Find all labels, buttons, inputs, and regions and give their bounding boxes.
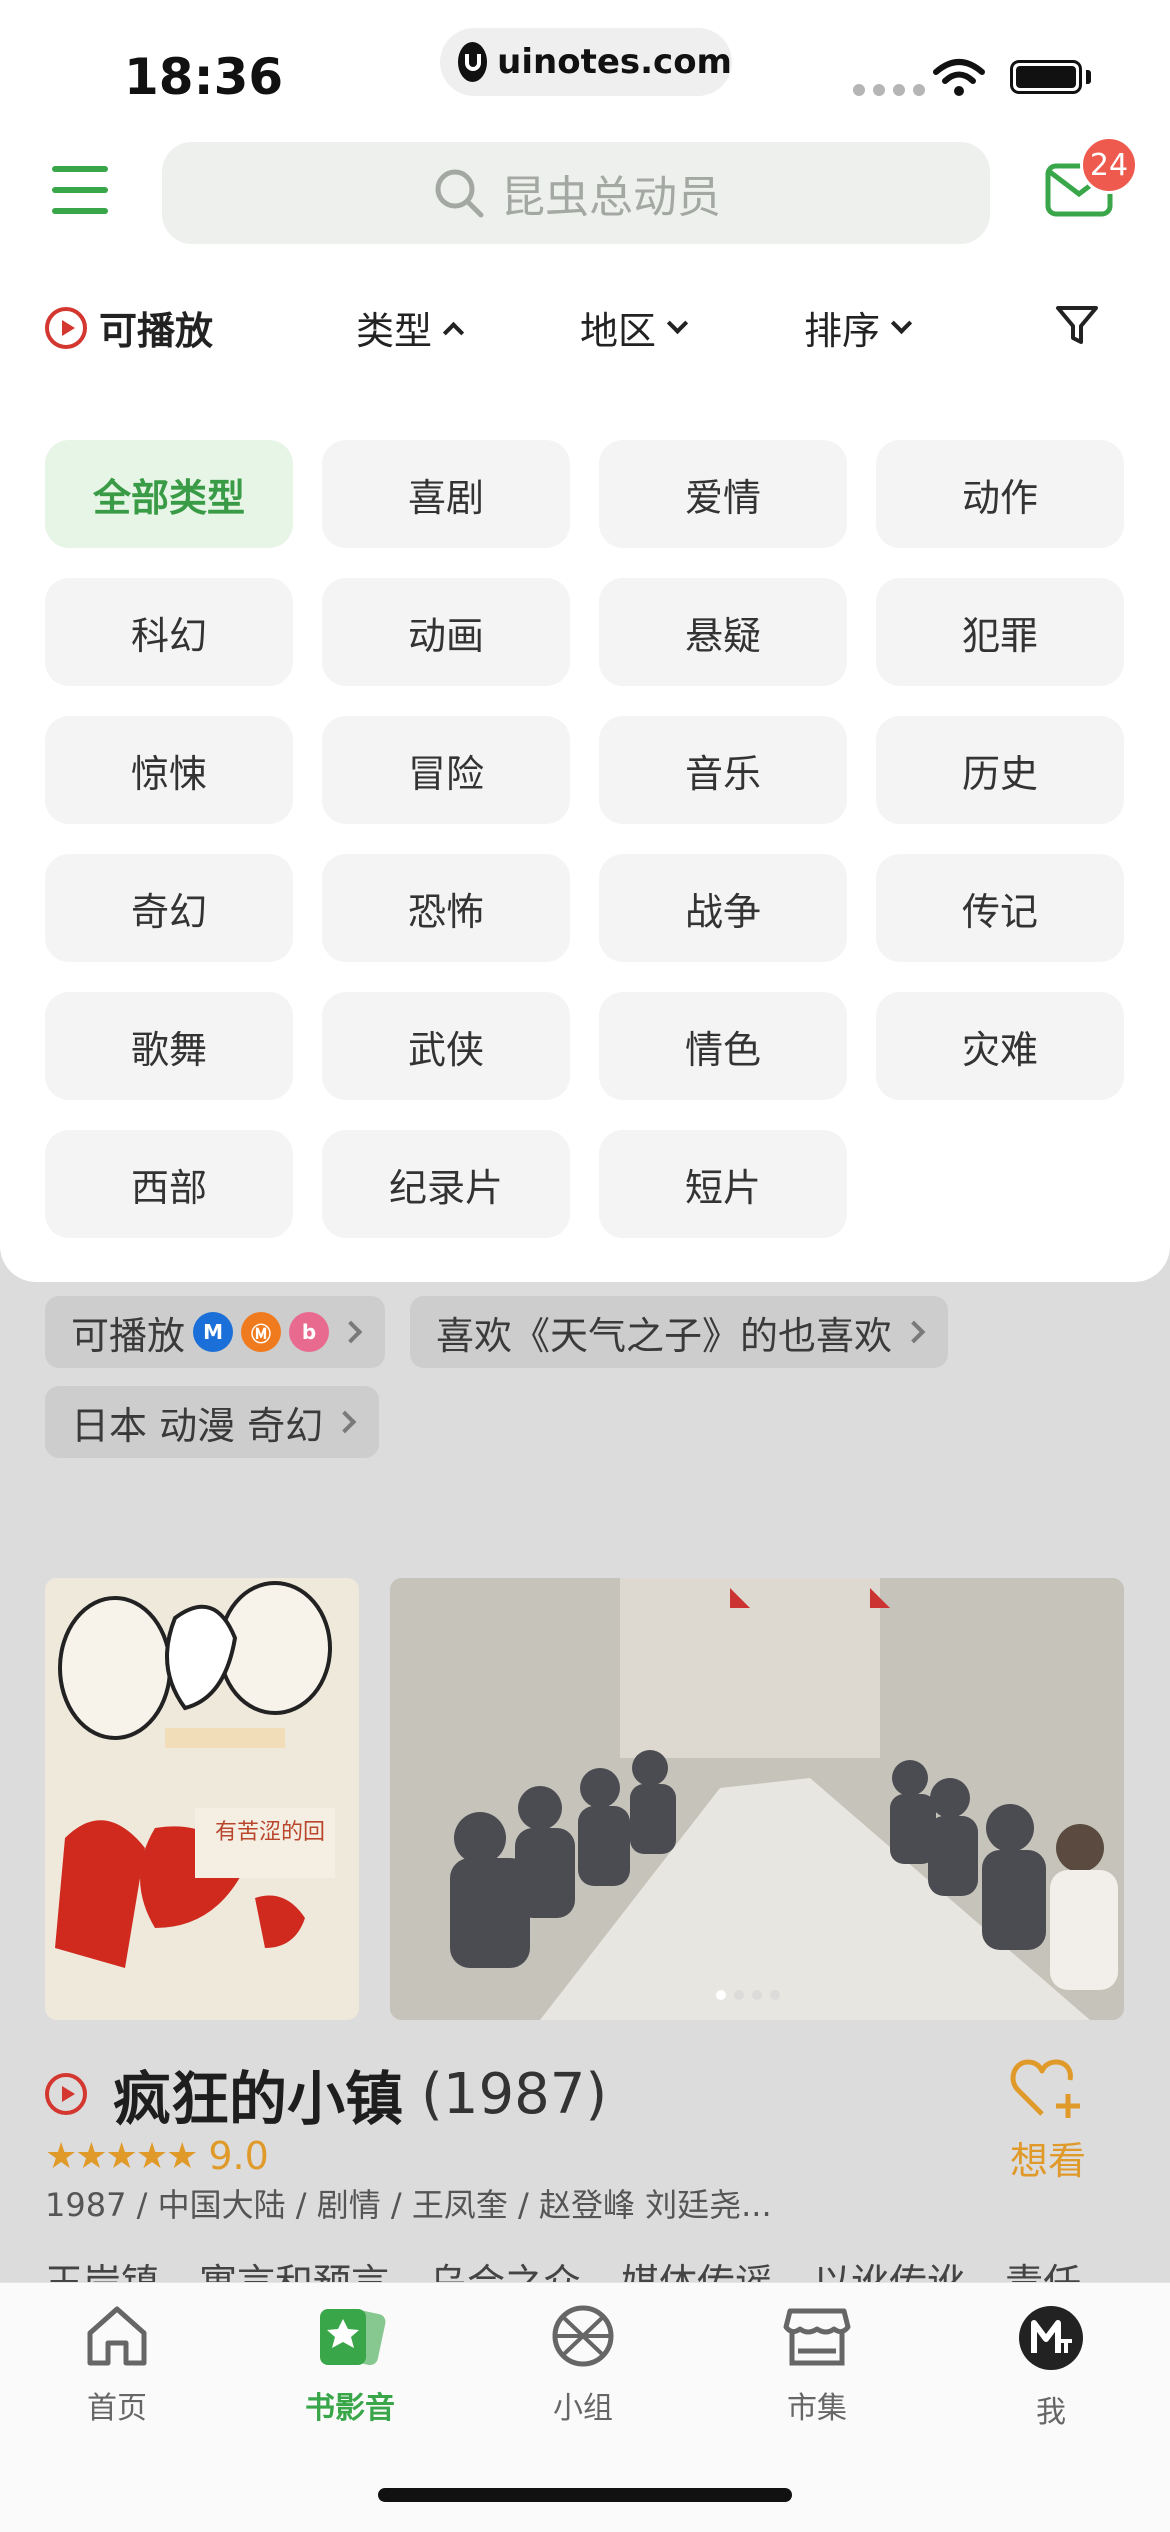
poster-caption: 有苦涩的回 <box>215 1820 326 1845</box>
tab-groups-label: 小组 <box>553 2391 613 2426</box>
chevron-up-icon <box>442 321 465 344</box>
genre-chip[interactable]: 西部 <box>45 1130 293 1238</box>
playable-tag-label: 可播放 <box>71 1313 186 1358</box>
notification-badge: 24 <box>1080 136 1138 194</box>
carousel-dot <box>752 1990 762 2000</box>
genre-chip[interactable]: 历史 <box>876 716 1124 824</box>
battery-icon <box>1010 60 1082 94</box>
url-pill[interactable]: uinotes.com <box>440 28 732 96</box>
genre-chip[interactable]: 科幻 <box>45 578 293 686</box>
genre-chip[interactable]: 悬疑 <box>599 578 847 686</box>
genre-chip[interactable]: 武侠 <box>322 992 570 1100</box>
genre-chip[interactable]: 音乐 <box>599 716 847 824</box>
market-icon <box>783 2308 851 2366</box>
sort-filter-label: 排序 <box>804 309 881 353</box>
genre-chip[interactable]: 爱情 <box>599 440 847 548</box>
genre-chip[interactable]: 恐怖 <box>322 854 570 962</box>
bilibili-icon: b <box>289 1312 330 1352</box>
battery-cap <box>1086 70 1091 84</box>
genre-chip[interactable]: 全部类型 <box>45 440 293 548</box>
play-icon <box>45 306 87 349</box>
recommend-tag-label: 喜欢《天气之子》的也喜欢 <box>436 1313 893 1358</box>
carousel-indicator <box>716 1990 780 2000</box>
japan-anime-tag-label: 日本 动漫 奇幻 <box>71 1403 324 1448</box>
want-to-watch-label: 想看 <box>1010 2139 1087 2183</box>
chevron-down-icon <box>666 312 689 335</box>
genre-chip[interactable]: 犯罪 <box>876 578 1124 686</box>
genre-chip[interactable]: 纪录片 <box>322 1130 570 1238</box>
tab-profile[interactable]: 我 <box>971 2303 1131 2431</box>
movie-poster[interactable]: 有苦涩的回 <box>45 1578 359 2020</box>
group-icon <box>552 2305 614 2367</box>
tab-books-movies[interactable]: 书影音 <box>270 2303 430 2427</box>
signal-icon <box>853 84 925 96</box>
genre-chip[interactable]: 情色 <box>599 992 847 1100</box>
movie-still[interactable] <box>390 1578 1124 2020</box>
home-indicator <box>378 2488 792 2502</box>
genre-chip[interactable]: 战争 <box>599 854 847 962</box>
profile-icon <box>1019 2306 1083 2370</box>
genre-chip[interactable]: 动作 <box>876 440 1124 548</box>
uinotes-logo-icon <box>458 42 488 82</box>
genre-chip[interactable]: 惊悚 <box>45 716 293 824</box>
playable-filter-label: 可播放 <box>99 309 214 353</box>
tab-groups[interactable]: 小组 <box>503 2303 663 2427</box>
want-to-watch-button[interactable]: 想看 <box>1010 2058 1086 2185</box>
movie-meta: 1987 / 中国大陆 / 剧情 / 王凤奎 / 赵登峰 刘廷尧... <box>45 2186 772 2224</box>
chevron-right-icon <box>333 1410 357 1434</box>
search-bar[interactable]: 昆虫总动员 <box>162 142 990 244</box>
funnel-filter-icon[interactable] <box>1054 304 1100 348</box>
sort-filter[interactable]: 排序 <box>804 300 913 355</box>
genre-chip[interactable]: 灾难 <box>876 992 1124 1100</box>
carousel-dot <box>770 1990 780 2000</box>
home-icon <box>87 2306 147 2366</box>
playable-filter[interactable]: 可播放 <box>45 300 213 355</box>
chevron-right-icon <box>339 1320 363 1344</box>
carousel-dot <box>716 1990 726 2000</box>
tab-home-label: 首页 <box>87 2391 147 2426</box>
movie-year: (1987) <box>421 2061 608 2127</box>
wifi-icon <box>933 59 985 96</box>
movie-title-row[interactable]: 疯狂的小镇 (1987) <box>45 2052 607 2136</box>
recommend-tag[interactable]: 喜欢《天气之子》的也喜欢 <box>410 1296 949 1368</box>
rating-score: 9.0 <box>208 2134 269 2178</box>
type-filter-label: 类型 <box>356 309 433 353</box>
japan-anime-tag[interactable]: 日本 动漫 奇幻 <box>45 1386 380 1458</box>
youku-icon: Ⓜ <box>241 1312 282 1352</box>
book-movie-icon <box>320 2308 386 2366</box>
tab-books-movies-label: 书影音 <box>305 2391 395 2426</box>
genre-chip[interactable]: 冒险 <box>322 716 570 824</box>
carousel-dot <box>734 1990 744 2000</box>
genre-chip[interactable]: 喜剧 <box>322 440 570 548</box>
url-text: uinotes.com <box>497 42 732 82</box>
type-filter-panel: 18:36 uinotes.com 昆虫总动员 24 可播放 类型 地区 排序 … <box>0 0 1170 1282</box>
movie-title: 疯狂的小镇 <box>113 2065 404 2133</box>
chevron-down-icon <box>890 312 913 335</box>
genre-chip[interactable]: 短片 <box>599 1130 847 1238</box>
chevron-right-icon <box>902 1320 926 1344</box>
tab-market[interactable]: 市集 <box>737 2303 897 2427</box>
mgtv-icon: M <box>193 1312 234 1352</box>
star-rating-icon: ★★★★★ <box>45 2135 198 2177</box>
type-filter[interactable]: 类型 <box>356 300 465 355</box>
tab-market-label: 市集 <box>787 2391 847 2426</box>
search-icon <box>435 169 484 218</box>
genre-chip[interactable]: 歌舞 <box>45 992 293 1100</box>
rating-row: ★★★★★ 9.0 <box>45 2134 269 2178</box>
region-filter-label: 地区 <box>580 309 657 353</box>
genre-chip[interactable]: 传记 <box>876 854 1124 962</box>
playable-tag[interactable]: 可播放 M Ⓜ b <box>45 1296 386 1368</box>
play-icon <box>45 2073 87 2115</box>
genre-chip[interactable]: 动画 <box>322 578 570 686</box>
genre-grid: 全部类型 喜剧 爱情 动作科幻 动画 悬疑 犯罪惊悚 冒险 音乐 历史奇幻 恐怖 战争 传记歌舞 武侠 情色… <box>45 440 1125 1238</box>
heart-plus-icon <box>1010 2059 1080 2118</box>
search-placeholder: 昆虫总动员 <box>501 172 721 223</box>
tab-profile-label: 我 <box>1036 2395 1066 2430</box>
genre-chip[interactable]: 奇幻 <box>45 854 293 962</box>
region-filter[interactable]: 地区 <box>580 300 689 355</box>
menu-button[interactable] <box>52 166 108 214</box>
tab-home[interactable]: 首页 <box>37 2303 197 2427</box>
status-time: 18:36 <box>124 48 284 106</box>
